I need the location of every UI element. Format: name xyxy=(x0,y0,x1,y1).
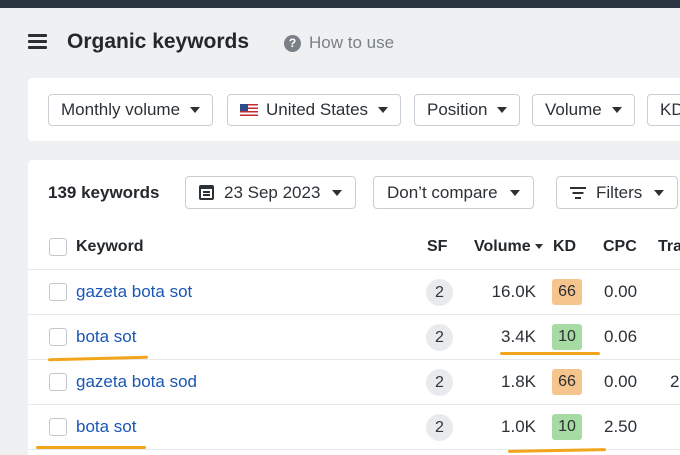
column-cpc[interactable]: CPC xyxy=(603,238,637,256)
filters-button[interactable]: Filters xyxy=(556,176,679,209)
compare-label: Don’t compare xyxy=(387,182,498,202)
chevron-down-icon xyxy=(654,189,665,196)
chevron-down-icon xyxy=(378,107,389,113)
calendar-icon xyxy=(199,185,214,200)
row-checkbox[interactable] xyxy=(49,328,67,346)
keyword-link[interactable]: bota sot xyxy=(76,417,137,437)
table-row: gazeta bota sot 2 16.0K 66 0.00 xyxy=(28,270,680,315)
country-dropdown[interactable]: United States xyxy=(227,94,402,126)
filter-icon xyxy=(570,186,586,199)
volume-value: 1.8K xyxy=(501,372,536,391)
keyword-count: 139 keywords xyxy=(48,183,160,202)
hamburger-menu-icon[interactable] xyxy=(28,34,47,49)
cpc-value: 0.06 xyxy=(604,327,638,346)
row-checkbox[interactable] xyxy=(49,283,67,301)
highlight-underline xyxy=(500,352,600,355)
filters-bar: Monthly volume United States Position Vo… xyxy=(28,78,680,141)
monthly-volume-dropdown[interactable]: Monthly volume xyxy=(48,94,214,126)
date-picker[interactable]: 23 Sep 2023 xyxy=(185,176,357,209)
row-checkbox[interactable] xyxy=(49,373,67,391)
us-flag-icon xyxy=(240,104,258,116)
sf-badge[interactable]: 2 xyxy=(426,369,453,396)
page-title: Organic keywords xyxy=(67,30,250,53)
volume-value: 1.0K xyxy=(501,417,536,436)
keywords-table-card: 139 keywords 23 Sep 2023 Don’t compare F… xyxy=(28,160,680,455)
date-label: 23 Sep 2023 xyxy=(224,182,321,202)
volume-dropdown[interactable]: Volume xyxy=(532,94,635,126)
kd-badge: 10 xyxy=(552,414,582,440)
cpc-value: 2.50 xyxy=(604,417,638,436)
keyword-link[interactable]: bota sot xyxy=(76,327,137,347)
chevron-down-icon xyxy=(509,189,520,196)
traffic-value: 2 xyxy=(670,372,680,391)
volume-label: Volume xyxy=(545,100,602,119)
kd-badge: 10 xyxy=(552,324,582,350)
kd-badge: 66 xyxy=(552,279,582,305)
column-keyword[interactable]: Keyword xyxy=(76,238,144,256)
chevron-down-icon xyxy=(611,107,622,113)
sf-badge[interactable]: 2 xyxy=(426,324,453,351)
cpc-value: 0.00 xyxy=(604,372,638,391)
highlight-underline xyxy=(36,446,146,449)
column-sf[interactable]: SF xyxy=(427,238,447,256)
volume-value: 16.0K xyxy=(491,282,536,301)
select-all-checkbox[interactable] xyxy=(49,238,67,256)
filters-label: Filters xyxy=(596,182,643,202)
position-dropdown[interactable]: Position xyxy=(414,94,521,126)
sf-badge[interactable]: 2 xyxy=(426,414,453,441)
kd-badge: 66 xyxy=(552,369,582,395)
keyword-link[interactable]: gazeta bota sot xyxy=(76,282,192,302)
how-to-use-link[interactable]: ? How to use xyxy=(284,33,394,53)
row-checkbox[interactable] xyxy=(49,418,67,436)
chevron-down-icon xyxy=(497,107,508,113)
volume-value: 3.4K xyxy=(501,327,536,346)
keyword-link[interactable]: gazeta bota sod xyxy=(76,372,197,392)
sf-badge[interactable]: 2 xyxy=(426,279,453,306)
monthly-volume-label: Monthly volume xyxy=(61,100,181,119)
chevron-down-icon xyxy=(332,189,343,196)
column-traffic[interactable]: Tra xyxy=(658,238,680,256)
column-volume[interactable]: Volume xyxy=(474,238,543,256)
top-app-bar xyxy=(0,0,680,8)
sort-desc-icon xyxy=(534,244,543,250)
how-to-use-label: How to use xyxy=(309,33,395,52)
table-header: Keyword SF Volume KD CPC Tra xyxy=(28,225,680,270)
column-kd[interactable]: KD xyxy=(553,238,576,256)
help-icon: ? xyxy=(284,34,301,52)
table-row: gazeta bota sod 2 1.8K 66 0.00 2 xyxy=(28,360,680,405)
column-volume-label: Volume xyxy=(474,238,531,255)
kd-dropdown[interactable]: KD xyxy=(647,94,680,126)
kd-label: KD xyxy=(660,100,680,119)
position-label: Position xyxy=(427,100,488,119)
chevron-down-icon xyxy=(190,107,201,113)
table-row: bota sot 2 1.0K 10 2.50 xyxy=(28,405,680,450)
cpc-value: 0.00 xyxy=(604,282,638,301)
page-header: Organic keywords ? How to use xyxy=(0,8,680,78)
compare-dropdown[interactable]: Don’t compare xyxy=(373,176,534,209)
country-label: United States xyxy=(266,100,369,119)
